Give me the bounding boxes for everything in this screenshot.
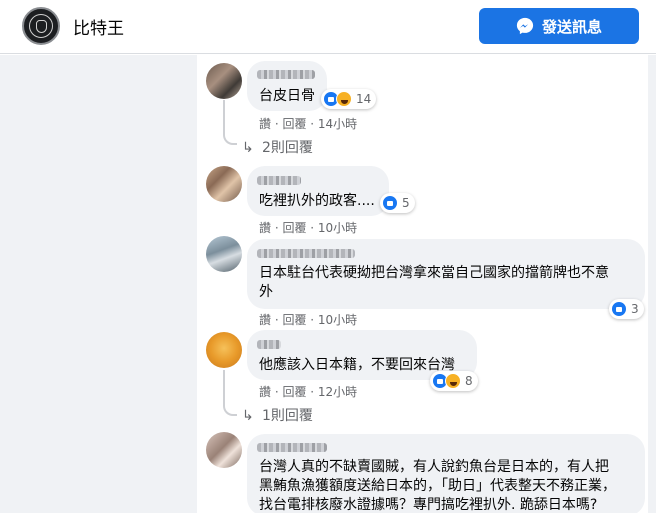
messenger-icon: [516, 17, 534, 35]
send-message-label: 發送訊息: [541, 17, 602, 36]
reaction-summary[interactable]: 3: [609, 299, 644, 319]
page-header: 比特王 發送訊息: [0, 0, 656, 54]
commenter-avatar[interactable]: [206, 432, 242, 468]
haha-reaction-icon: [336, 91, 352, 107]
send-message-button[interactable]: 發送訊息: [479, 8, 639, 44]
reaction-summary[interactable]: 14: [321, 89, 377, 109]
comment-text-line: 找台電排核廢水證據嗎？專門搞吃裡扒外. 跪舔日本嗎?: [259, 497, 598, 513]
comment-text: 台皮日骨: [259, 88, 315, 104]
commenter-name[interactable]: [257, 176, 301, 185]
commenter-name[interactable]: [257, 340, 281, 349]
view-replies-link[interactable]: ↳ 2則回覆: [242, 137, 313, 157]
left-panel: [0, 55, 197, 513]
thread-line: [223, 100, 225, 135]
commenter-avatar[interactable]: [206, 166, 242, 202]
comment-actions[interactable]: 讚 · 回覆 · 10小時: [259, 311, 357, 328]
reply-arrow-icon: ↳: [242, 140, 254, 156]
comment-text-line: 日本駐台代表硬拗把台灣拿來當自己國家的擋箭牌也不意: [259, 265, 609, 281]
comment-text-line: 黑鮪魚漁獲額度送給日本的，「助日」代表整天不務正業，: [259, 478, 616, 494]
commenter-name[interactable]: [257, 70, 315, 79]
page-title[interactable]: 比特王: [73, 14, 124, 39]
thread-line: [223, 370, 225, 406]
commenter-name[interactable]: [257, 249, 355, 258]
comment-text: 他應該入日本籍，不要回來台灣: [259, 357, 455, 373]
view-replies-link[interactable]: ↳ 1則回覆: [242, 405, 313, 425]
page-avatar[interactable]: [22, 7, 60, 45]
logo-emblem: [29, 14, 53, 38]
thread-connector: [223, 133, 237, 145]
comment-actions[interactable]: 讚 · 回覆 · 12小時: [259, 383, 357, 400]
comment-text-line: 外: [259, 284, 273, 300]
commenter-avatar[interactable]: [206, 63, 242, 99]
commenter-avatar[interactable]: [206, 332, 242, 368]
reaction-summary[interactable]: 5: [380, 193, 415, 213]
reaction-summary[interactable]: 8: [430, 371, 478, 391]
comment-actions[interactable]: 讚 · 回覆 · 14小時: [259, 115, 357, 132]
thread-connector: [223, 404, 237, 416]
reply-arrow-icon: ↳: [242, 408, 254, 424]
like-reaction-icon: [611, 301, 627, 317]
commenter-name[interactable]: [257, 443, 327, 452]
comment-text-line: 台灣人真的不缺賣國賊，有人說釣魚台是日本的，有人把: [259, 459, 609, 475]
haha-reaction-icon: [445, 373, 461, 389]
comment-text: 吃裡扒外的政客....: [259, 193, 375, 209]
like-reaction-icon: [382, 195, 398, 211]
scroll-gutter[interactable]: [648, 55, 656, 513]
comment-actions[interactable]: 讚 · 回覆 · 10小時: [259, 219, 357, 236]
commenter-avatar[interactable]: [206, 236, 242, 272]
